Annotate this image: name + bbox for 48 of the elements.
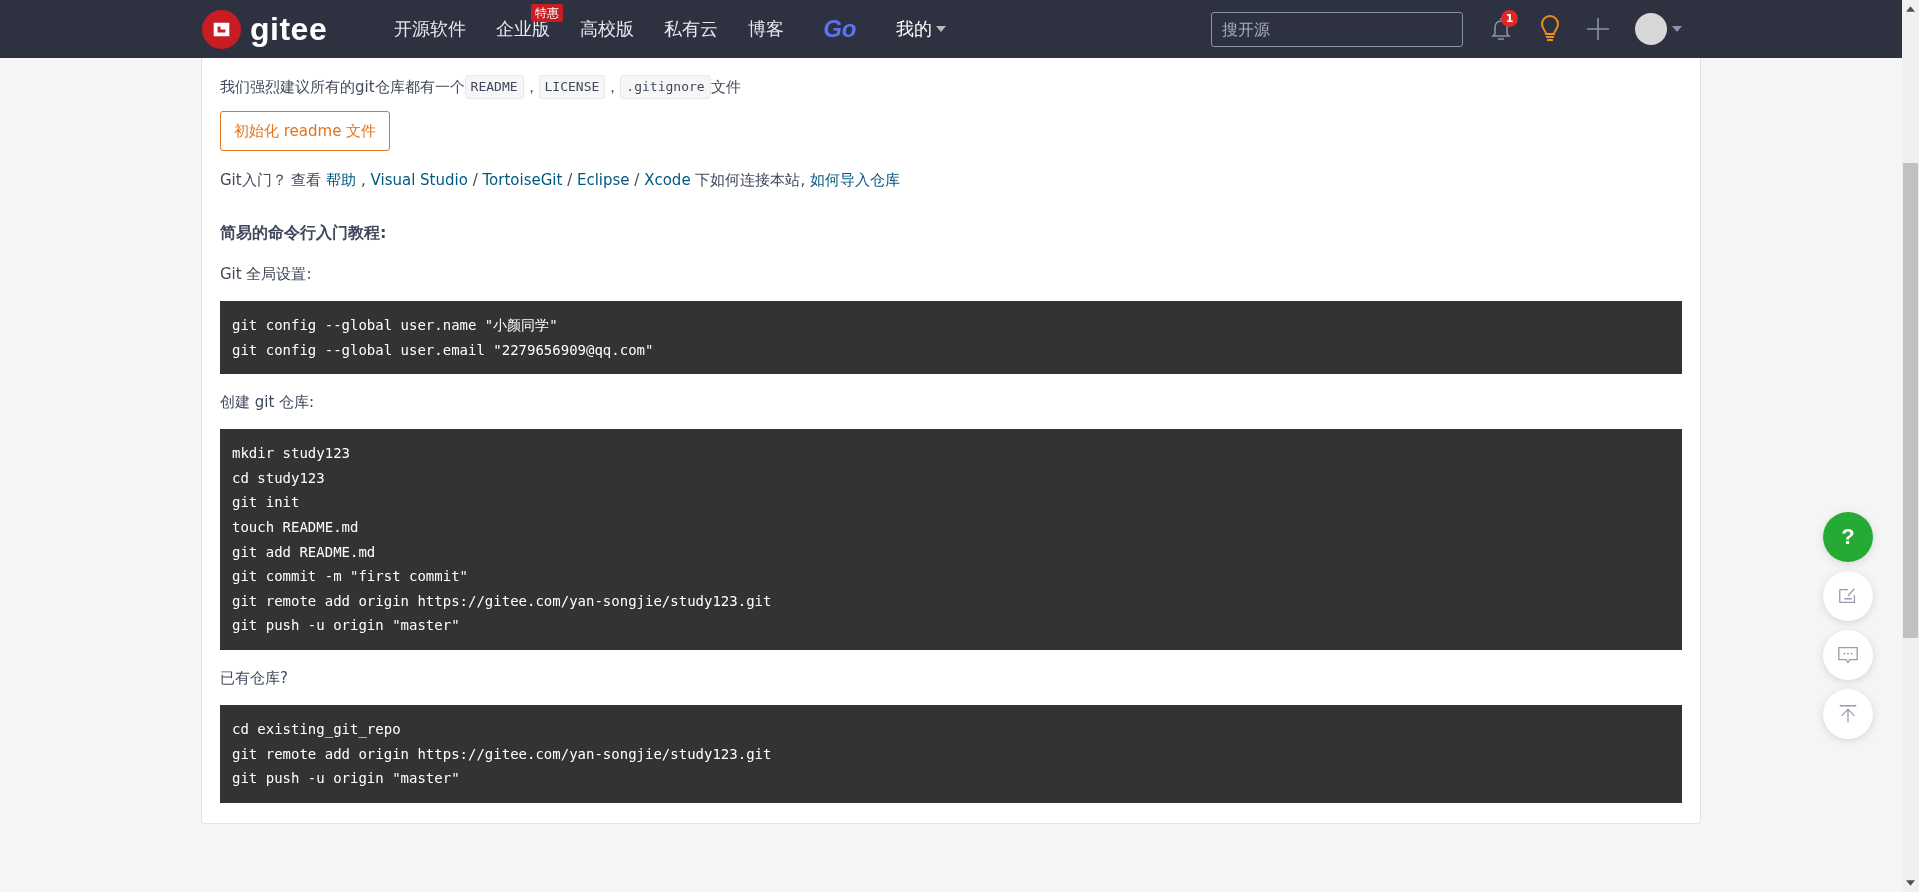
help-link[interactable]: 如何导入仓库 xyxy=(809,171,900,189)
nav-dropdown[interactable]: 我的 xyxy=(880,0,961,58)
help-link[interactable]: TortoiseGit xyxy=(482,171,563,189)
scrollbar[interactable] xyxy=(1902,0,1919,892)
code-block: mkdir study123 cd study123 git init touch README.md git add README.md git commit -m "first commit" git remote add origin https://gitee.com/yan-songjie/study123.git git push -u origin "master" xyxy=(220,429,1682,650)
caret-icon xyxy=(935,26,946,32)
text: 我们强烈建议所有的git仓库都有一个 xyxy=(220,77,465,98)
caret-icon[interactable] xyxy=(1672,26,1682,32)
nav-link[interactable]: 博客 xyxy=(733,0,800,58)
scrollbar-thumb[interactable] xyxy=(1903,163,1918,638)
text: / xyxy=(566,171,574,189)
nav-link[interactable]: 私有云 xyxy=(649,0,734,58)
logo-icon[interactable] xyxy=(202,9,241,49)
text: Git入门？ 查看 xyxy=(220,171,323,189)
text: , xyxy=(360,171,367,189)
bell-icon[interactable] xyxy=(1489,16,1513,42)
section-label: 已有仓库? xyxy=(220,667,289,689)
code-block: git config --global user.name "小颜同学" git config --global user.email "2279656909@qq.com" xyxy=(220,301,1682,375)
help-link[interactable]: 帮助 xyxy=(326,171,357,189)
help-link[interactable]: Eclipse xyxy=(576,171,630,189)
filename-chip: LICENSE xyxy=(538,75,606,99)
text: / xyxy=(471,171,479,189)
text: ， xyxy=(605,77,621,98)
section-heading: 简易的命令行入门教程: xyxy=(220,222,388,244)
comment-icon xyxy=(1837,644,1859,666)
plus-icon[interactable] xyxy=(1586,17,1610,41)
lightbulb-icon[interactable] xyxy=(1538,15,1562,43)
filename-chip: .gitignore xyxy=(620,75,711,99)
back-to-top-icon xyxy=(1837,703,1859,725)
help-link[interactable]: Visual Studio xyxy=(370,171,468,189)
scroll-up-arrow-icon[interactable] xyxy=(1906,6,1915,12)
search-field[interactable]: 搜开源 xyxy=(1211,11,1463,47)
user-avatar[interactable] xyxy=(1635,13,1667,45)
nav-link[interactable]: 高校版 xyxy=(565,0,650,58)
text: 文件 xyxy=(710,77,741,98)
section-label: Git 全局设置: xyxy=(220,264,313,285)
logo-wordmark[interactable]: gitee xyxy=(250,11,328,47)
scroll-down-arrow-icon[interactable] xyxy=(1906,880,1915,886)
text: 下如何连接本站, xyxy=(694,171,807,189)
section-label: 创建 git 仓库: xyxy=(220,392,316,414)
filename-chip: README xyxy=(464,75,524,99)
nav-link[interactable]: 开源软件 xyxy=(379,0,482,58)
promo-badge: 特惠 xyxy=(531,4,564,22)
text: / xyxy=(633,171,641,189)
text: ， xyxy=(523,77,539,98)
code-block: cd existing_git_repo git remote add origin https://gitee.com/yan-songjie/study123.git git push -u origin "master" xyxy=(220,704,1682,803)
help-link[interactable]: Xcode xyxy=(644,171,691,189)
notification-count: 1 xyxy=(1501,10,1518,27)
